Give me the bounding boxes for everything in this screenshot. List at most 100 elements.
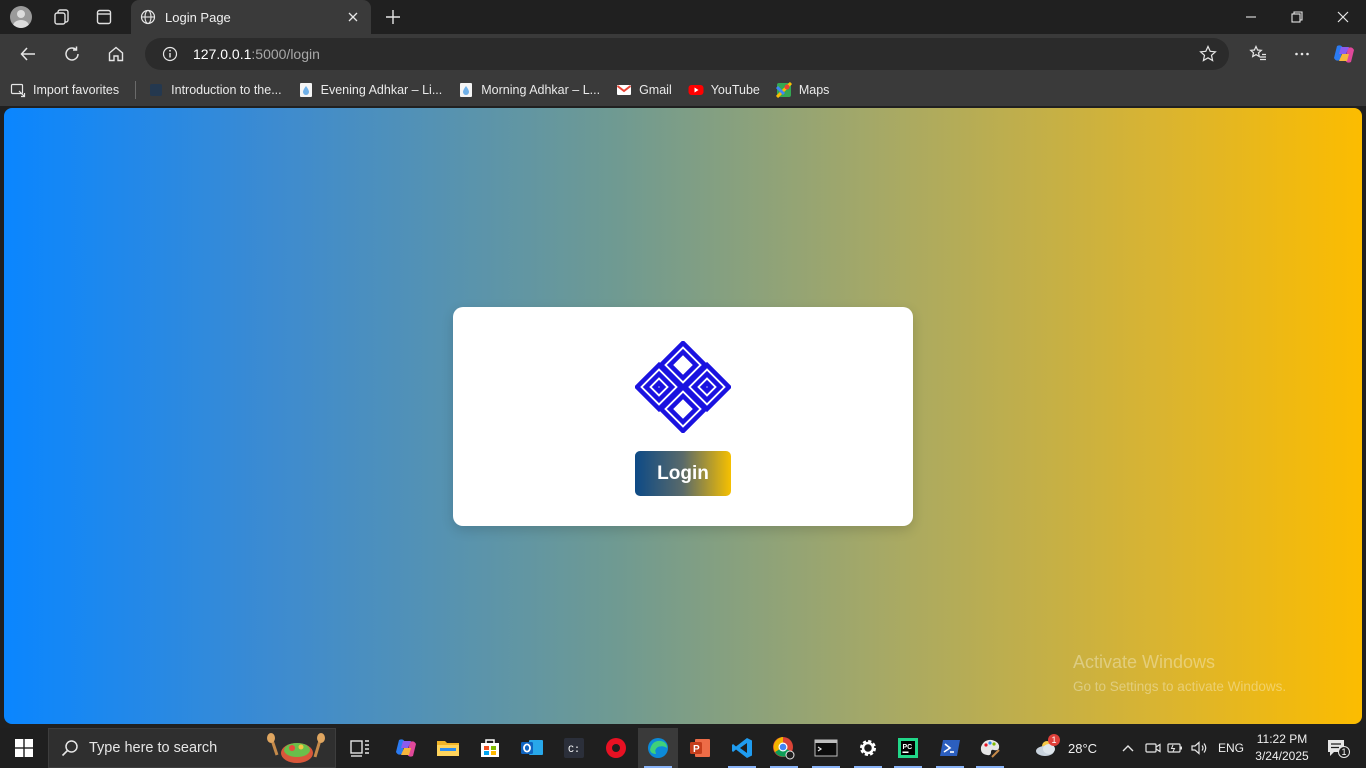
close-tab-icon[interactable]: [345, 9, 361, 25]
taskbar-chrome[interactable]: [764, 728, 804, 768]
powerpoint-icon: P: [690, 739, 710, 757]
show-hidden-icons-button[interactable]: [1118, 728, 1138, 768]
favorite-label: Maps: [798, 83, 830, 97]
favorite-star-icon[interactable]: [1199, 45, 1217, 63]
import-icon: [10, 82, 26, 98]
vertical-tabs-button[interactable]: [84, 0, 124, 34]
favorite-morning-adhkar[interactable]: Morning Adhkar – L...: [458, 78, 608, 102]
svg-text:C:: C:: [568, 745, 580, 756]
taskbar-vscode[interactable]: [722, 728, 762, 768]
restore-icon: [1291, 11, 1303, 23]
login-card: Login: [453, 307, 913, 526]
search-icon: [61, 740, 78, 757]
folder-icon: [437, 741, 459, 756]
task-view-button[interactable]: [340, 728, 380, 768]
tab-login-page[interactable]: Login Page: [131, 0, 371, 34]
site-info-icon[interactable]: [161, 45, 179, 63]
taskbar-file-explorer[interactable]: [428, 728, 468, 768]
copilot-button[interactable]: [1328, 38, 1360, 70]
favorite-import[interactable]: Import favorites: [10, 78, 127, 102]
workspaces-button[interactable]: [42, 0, 82, 34]
battery-tray[interactable]: [1166, 728, 1186, 768]
favorite-evening-adhkar[interactable]: Evening Adhkar – Li...: [298, 78, 451, 102]
terminal-icon: [814, 739, 838, 757]
address-bar[interactable]: 127.0.0.1:5000/login: [145, 38, 1229, 70]
taskbar-search-box[interactable]: Type here to search: [48, 728, 336, 768]
favorites-list-icon: [1249, 45, 1266, 61]
favorite-label: Import favorites: [33, 83, 120, 97]
more-menu-button[interactable]: [1286, 38, 1318, 70]
system-clock[interactable]: 11:22 PM 3/24/2025: [1250, 731, 1314, 765]
close-window-button[interactable]: [1320, 0, 1366, 34]
favorites-button[interactable]: [1242, 38, 1274, 70]
favorite-gmail[interactable]: Gmail: [616, 78, 680, 102]
youtube-icon: [688, 82, 704, 98]
login-button[interactable]: Login: [635, 451, 731, 496]
navigation-bar: 127.0.0.1:5000/login: [0, 34, 1366, 74]
clock-date: 3/24/2025: [1255, 749, 1309, 763]
plus-icon: [386, 10, 400, 24]
meet-now-tray[interactable]: [1144, 728, 1162, 768]
taskbar-paint-app[interactable]: [970, 728, 1010, 768]
console-icon: C:: [564, 738, 584, 758]
outlook-icon: [521, 740, 543, 755]
home-icon: [108, 46, 124, 62]
new-tab-button[interactable]: [380, 5, 406, 29]
start-button[interactable]: [4, 728, 44, 768]
favorite-maps[interactable]: Maps: [775, 78, 838, 102]
ellipsis-icon: [1295, 52, 1309, 56]
activate-windows-watermark: Activate Windows Go to Settings to activ…: [1073, 652, 1286, 694]
taskbar-terminal-app[interactable]: C:: [554, 728, 594, 768]
taskbar-command-prompt[interactable]: [806, 728, 846, 768]
taskbar-powerpoint[interactable]: P: [680, 728, 720, 768]
weather-widget[interactable]: 1 28°C: [1034, 728, 1097, 768]
taskbar-microsoft-store[interactable]: [470, 728, 510, 768]
notification-center-button[interactable]: 1: [1322, 728, 1352, 768]
minimize-icon: [1246, 16, 1256, 18]
volume-tray[interactable]: [1190, 728, 1210, 768]
taskbar-pycharm[interactable]: PC: [888, 728, 928, 768]
favorite-label: Evening Adhkar – Li...: [320, 83, 443, 97]
taskbar-powershell[interactable]: [930, 728, 970, 768]
page-viewport: Login Activate Windows Go to Settings to…: [4, 108, 1362, 724]
search-placeholder: Type here to search: [89, 740, 218, 756]
notification-icon: 1: [1326, 738, 1350, 758]
store-icon: [481, 739, 499, 757]
favorite-label: Morning Adhkar – L...: [481, 83, 601, 97]
taskbar: Type here to search C: P PC 1 28°C ENG 1…: [0, 728, 1366, 768]
favorite-youtube[interactable]: YouTube: [688, 78, 768, 102]
search-highlight-food-icon: [267, 733, 325, 763]
favorite-label: Introduction to the...: [171, 83, 282, 97]
profile-avatar[interactable]: [1, 0, 41, 34]
url-path: :5000/login: [251, 46, 320, 62]
refresh-icon: [65, 46, 79, 61]
drop-icon: [458, 82, 474, 98]
taskbar-edge[interactable]: [638, 728, 678, 768]
svg-text:P: P: [693, 744, 700, 755]
favorite-introduction[interactable]: Introduction to the...: [148, 78, 290, 102]
svg-text:PC: PC: [903, 744, 913, 751]
speaker-icon: [1191, 741, 1207, 755]
minimize-button[interactable]: [1228, 0, 1274, 34]
tab-actions-icon: [96, 9, 112, 25]
home-button[interactable]: [100, 38, 132, 70]
record-icon: [606, 738, 626, 758]
page-icon: [148, 82, 164, 98]
palette-icon: [980, 739, 1000, 758]
copilot-icon: [396, 739, 416, 757]
task-view-icon: [350, 740, 369, 757]
refresh-button[interactable]: [56, 38, 88, 70]
title-bar: Login Page: [0, 0, 1366, 34]
avatar-icon: [10, 6, 32, 28]
back-button[interactable]: [12, 38, 44, 70]
taskbar-recorder[interactable]: [596, 728, 636, 768]
taskbar-outlook[interactable]: [512, 728, 552, 768]
language-indicator[interactable]: ENG: [1218, 728, 1244, 768]
windows-logo-icon: [15, 739, 33, 757]
tab-title: Login Page: [165, 9, 231, 25]
restore-button[interactable]: [1274, 0, 1320, 34]
chrome-icon: [773, 737, 795, 760]
pycharm-icon: PC: [898, 738, 918, 758]
taskbar-settings[interactable]: [848, 728, 888, 768]
taskbar-copilot[interactable]: [386, 728, 426, 768]
